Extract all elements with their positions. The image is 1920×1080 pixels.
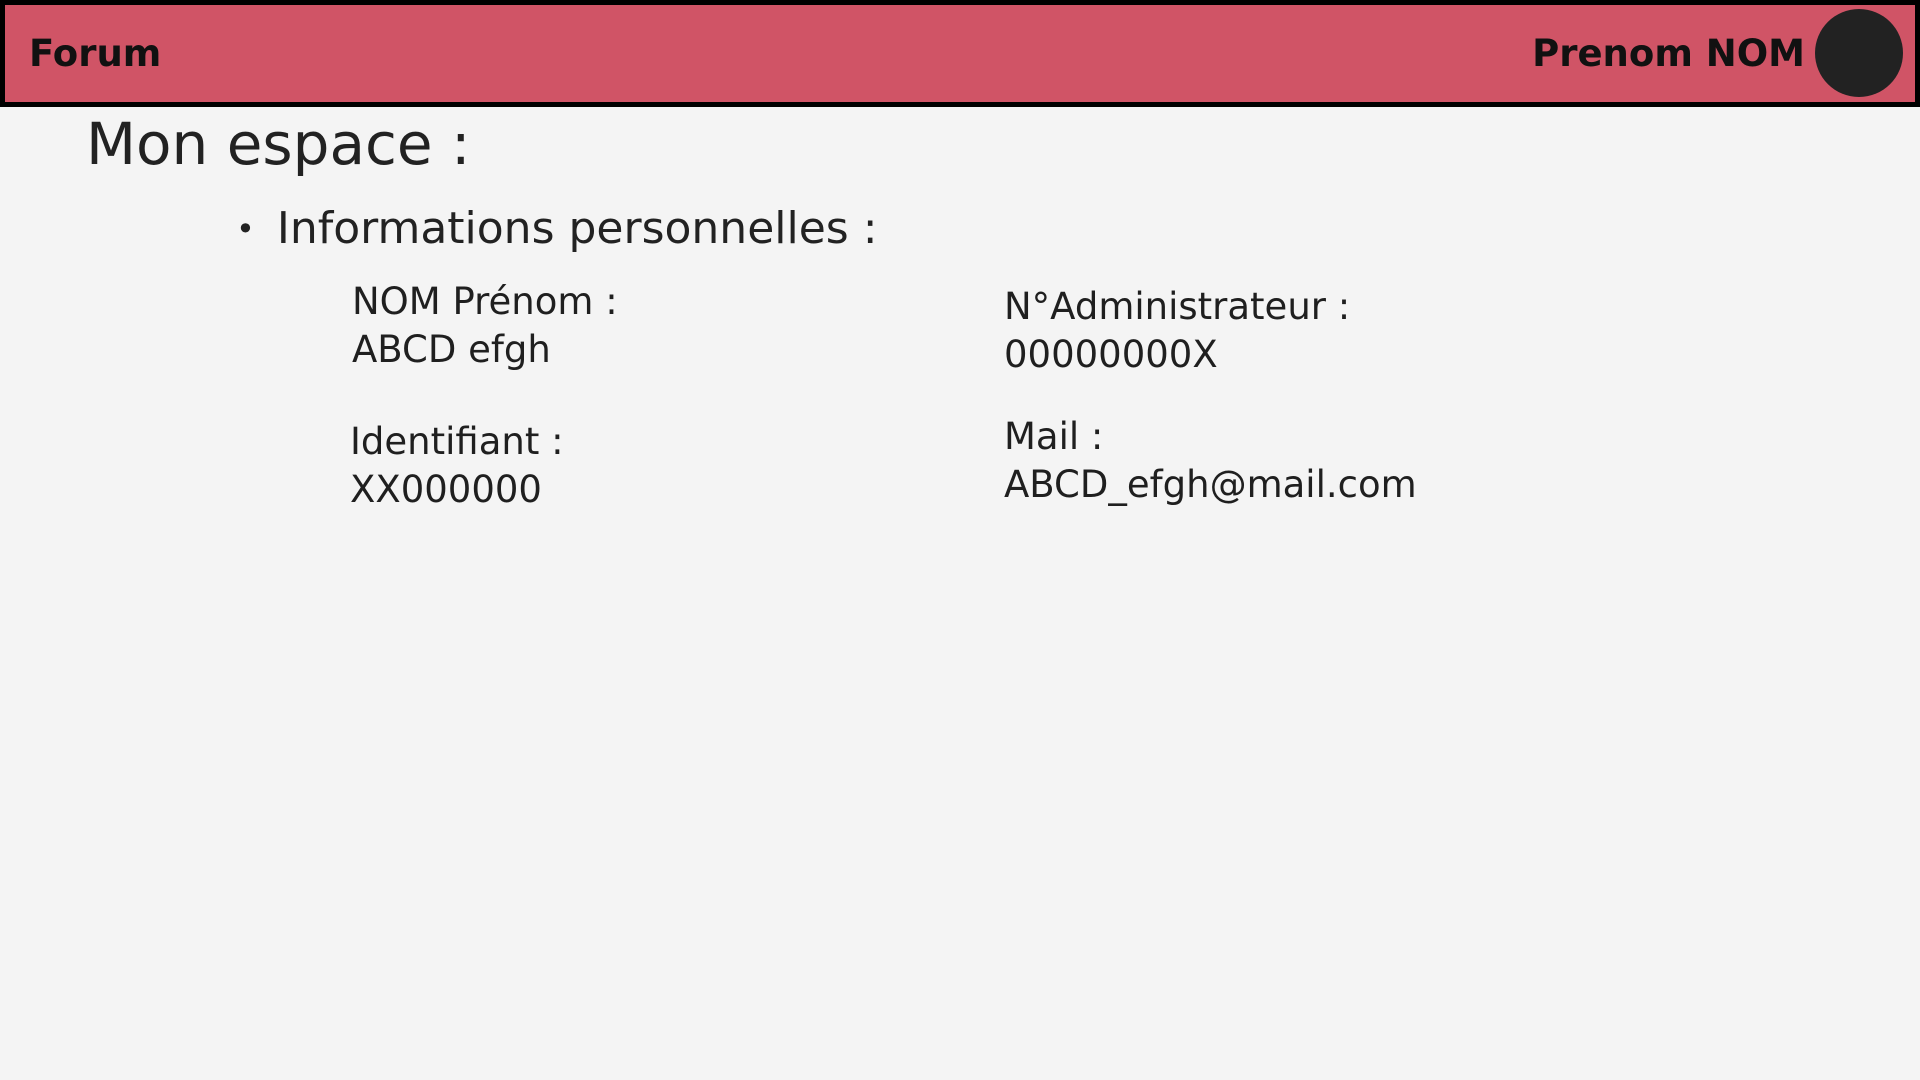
name-label: NOM Prénom : xyxy=(352,280,618,323)
mail-field: Mail : ABCD_efgh@mail.com xyxy=(1004,413,1417,509)
forum-home-link[interactable]: Forum xyxy=(29,25,161,83)
top-navigation-bar: Forum Prenom NOM xyxy=(0,0,1920,107)
user-menu[interactable]: Prenom NOM xyxy=(1532,8,1903,98)
admin-number-value: 00000000X xyxy=(1004,333,1218,376)
user-name[interactable]: Prenom NOM xyxy=(1532,32,1805,75)
name-field: NOM Prénom : ABCD efgh xyxy=(352,278,618,374)
mail-label: Mail : xyxy=(1004,415,1104,458)
admin-number-label: N°Administrateur : xyxy=(1004,285,1351,328)
name-value: ABCD efgh xyxy=(352,328,551,371)
mail-value: ABCD_efgh@mail.com xyxy=(1004,463,1417,506)
admin-number-field: N°Administrateur : 00000000X xyxy=(1004,283,1350,379)
login-value: XX000000 xyxy=(350,468,542,511)
login-field: Identifiant : XX000000 xyxy=(350,418,564,514)
avatar[interactable] xyxy=(1815,9,1903,97)
personal-info-heading: • Informations personnelles : xyxy=(236,198,878,260)
bullet-icon: • xyxy=(236,210,255,248)
login-label: Identifiant : xyxy=(350,420,564,463)
personal-info-heading-text: Informations personnelles : xyxy=(276,203,878,254)
page-title: Mon espace : xyxy=(86,110,471,178)
